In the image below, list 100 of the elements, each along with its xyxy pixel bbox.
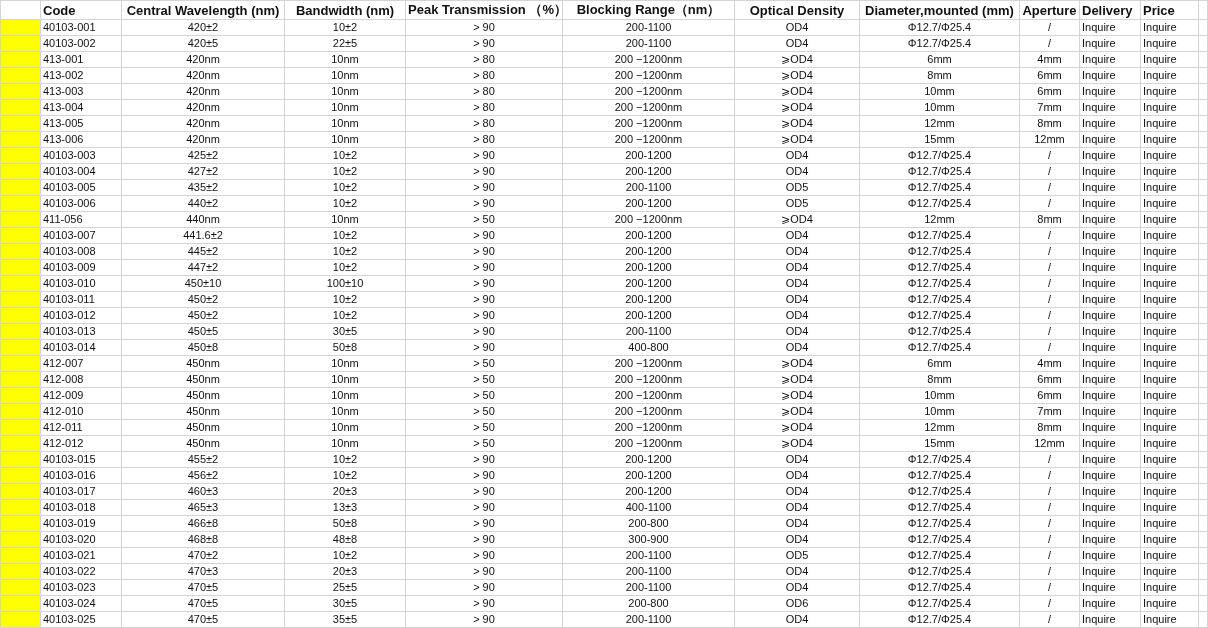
table-cell: 8mm <box>859 371 1020 388</box>
table-cell: OD4 <box>734 451 860 468</box>
table-cell: 413-006 <box>40 131 122 148</box>
table-cell: Φ12.7/Φ25.4 <box>859 259 1020 276</box>
table-cell: > 50 <box>405 419 563 436</box>
table-cell: 12mm <box>859 115 1020 132</box>
table-cell: 40103-010 <box>40 275 122 292</box>
table-cell: / <box>1019 515 1080 532</box>
table-cell: 420nm <box>121 67 285 84</box>
table-cell: Inquire <box>1079 323 1141 340</box>
table-cell: > 80 <box>405 115 563 132</box>
table-cell: / <box>1019 339 1080 356</box>
table-cell: Φ12.7/Φ25.4 <box>859 499 1020 516</box>
table-cell: Inquire <box>1079 531 1141 548</box>
table-cell: / <box>1019 35 1080 52</box>
table-cell: Inquire <box>1079 291 1141 308</box>
table-cell: 12mm <box>1019 131 1080 148</box>
table-cell: Φ12.7/Φ25.4 <box>859 35 1020 52</box>
table-cell: 200 −1200nm <box>562 435 735 452</box>
table-cell: Inquire <box>1079 67 1141 84</box>
table-cell: 445±2 <box>121 243 285 260</box>
table-cell: 200 −1200nm <box>562 419 735 436</box>
table-cell: Inquire <box>1140 419 1199 436</box>
table-cell: 450±8 <box>121 339 285 356</box>
table-cell: > 90 <box>405 531 563 548</box>
table-cell: 10nm <box>284 403 406 420</box>
table-cell: / <box>1019 179 1080 196</box>
table-cell: 455±2 <box>121 451 285 468</box>
table-cell: 30±5 <box>284 595 406 612</box>
table-cell: Inquire <box>1140 227 1199 244</box>
table-cell: 15mm <box>859 131 1020 148</box>
table-cell: 7mm <box>1019 403 1080 420</box>
column-header: Price <box>1140 0 1199 20</box>
table-cell: 450±10 <box>121 275 285 292</box>
table-cell: ⩾OD4 <box>734 211 860 228</box>
table-cell: 12mm <box>859 419 1020 436</box>
table-cell: 435±2 <box>121 179 285 196</box>
table-cell: 40103-024 <box>40 595 122 612</box>
table-cell: 10nm <box>284 211 406 228</box>
table-cell: 456±2 <box>121 467 285 484</box>
table-cell: > 90 <box>405 195 563 212</box>
table-cell: 40103-012 <box>40 307 122 324</box>
table-cell: 200-1200 <box>562 451 735 468</box>
table-cell: > 80 <box>405 51 563 68</box>
table-cell: 10mm <box>859 83 1020 100</box>
table-cell: OD4 <box>734 35 860 52</box>
table-cell: 200 −1200nm <box>562 211 735 228</box>
table-cell: Inquire <box>1140 163 1199 180</box>
table-cell: 13±3 <box>284 499 406 516</box>
table-cell: Inquire <box>1079 579 1141 596</box>
table-cell: Inquire <box>1079 179 1141 196</box>
table-cell: / <box>1019 579 1080 596</box>
table-cell: 447±2 <box>121 259 285 276</box>
table-cell: 10nm <box>284 67 406 84</box>
table-cell: Φ12.7/Φ25.4 <box>859 531 1020 548</box>
table-cell: 10±2 <box>284 291 406 308</box>
table-cell: 412-011 <box>40 419 122 436</box>
table-cell: 10nm <box>284 435 406 452</box>
table-cell: 12mm <box>1019 435 1080 452</box>
table-cell: 427±2 <box>121 163 285 180</box>
table-cell: 40103-006 <box>40 195 122 212</box>
table-cell: 450±2 <box>121 291 285 308</box>
table-cell: OD4 <box>734 307 860 324</box>
table-cell: 200-1200 <box>562 483 735 500</box>
table-cell: 470±5 <box>121 579 285 596</box>
table-cell: 40103-019 <box>40 515 122 532</box>
table-cell: OD5 <box>734 195 860 212</box>
table-cell: 468±8 <box>121 531 285 548</box>
table-cell: > 90 <box>405 227 563 244</box>
table-cell: 40103-025 <box>40 611 122 628</box>
table-cell: Inquire <box>1079 355 1141 372</box>
table-cell: 10±2 <box>284 259 406 276</box>
table-cell: 420nm <box>121 115 285 132</box>
table-cell: 25±5 <box>284 579 406 596</box>
table-cell: 412-008 <box>40 371 122 388</box>
table-cell: Inquire <box>1140 243 1199 260</box>
column-header: Peak Transmission （%） <box>405 0 563 20</box>
table-cell: OD4 <box>734 515 860 532</box>
table-cell: 200-1200 <box>562 291 735 308</box>
table-cell: / <box>1019 531 1080 548</box>
table-cell: / <box>1019 307 1080 324</box>
table-cell: 40103-005 <box>40 179 122 196</box>
table-cell: 8mm <box>1019 115 1080 132</box>
table-cell: 412-009 <box>40 387 122 404</box>
table-cell: / <box>1019 147 1080 164</box>
table-cell: 200-1200 <box>562 467 735 484</box>
table-cell: / <box>1019 483 1080 500</box>
table-cell: 12mm <box>859 211 1020 228</box>
table-cell: OD5 <box>734 547 860 564</box>
table-cell: / <box>1019 259 1080 276</box>
table-cell: 10±2 <box>284 163 406 180</box>
table-cell: OD4 <box>734 147 860 164</box>
table-cell: Φ12.7/Φ25.4 <box>859 339 1020 356</box>
table-cell: 10nm <box>284 419 406 436</box>
table-cell: OD4 <box>734 323 860 340</box>
table-cell: / <box>1019 595 1080 612</box>
table-cell: Φ12.7/Φ25.4 <box>859 163 1020 180</box>
table-cell: Inquire <box>1140 307 1199 324</box>
table-cell: Inquire <box>1140 99 1199 116</box>
table-cell: > 90 <box>405 259 563 276</box>
